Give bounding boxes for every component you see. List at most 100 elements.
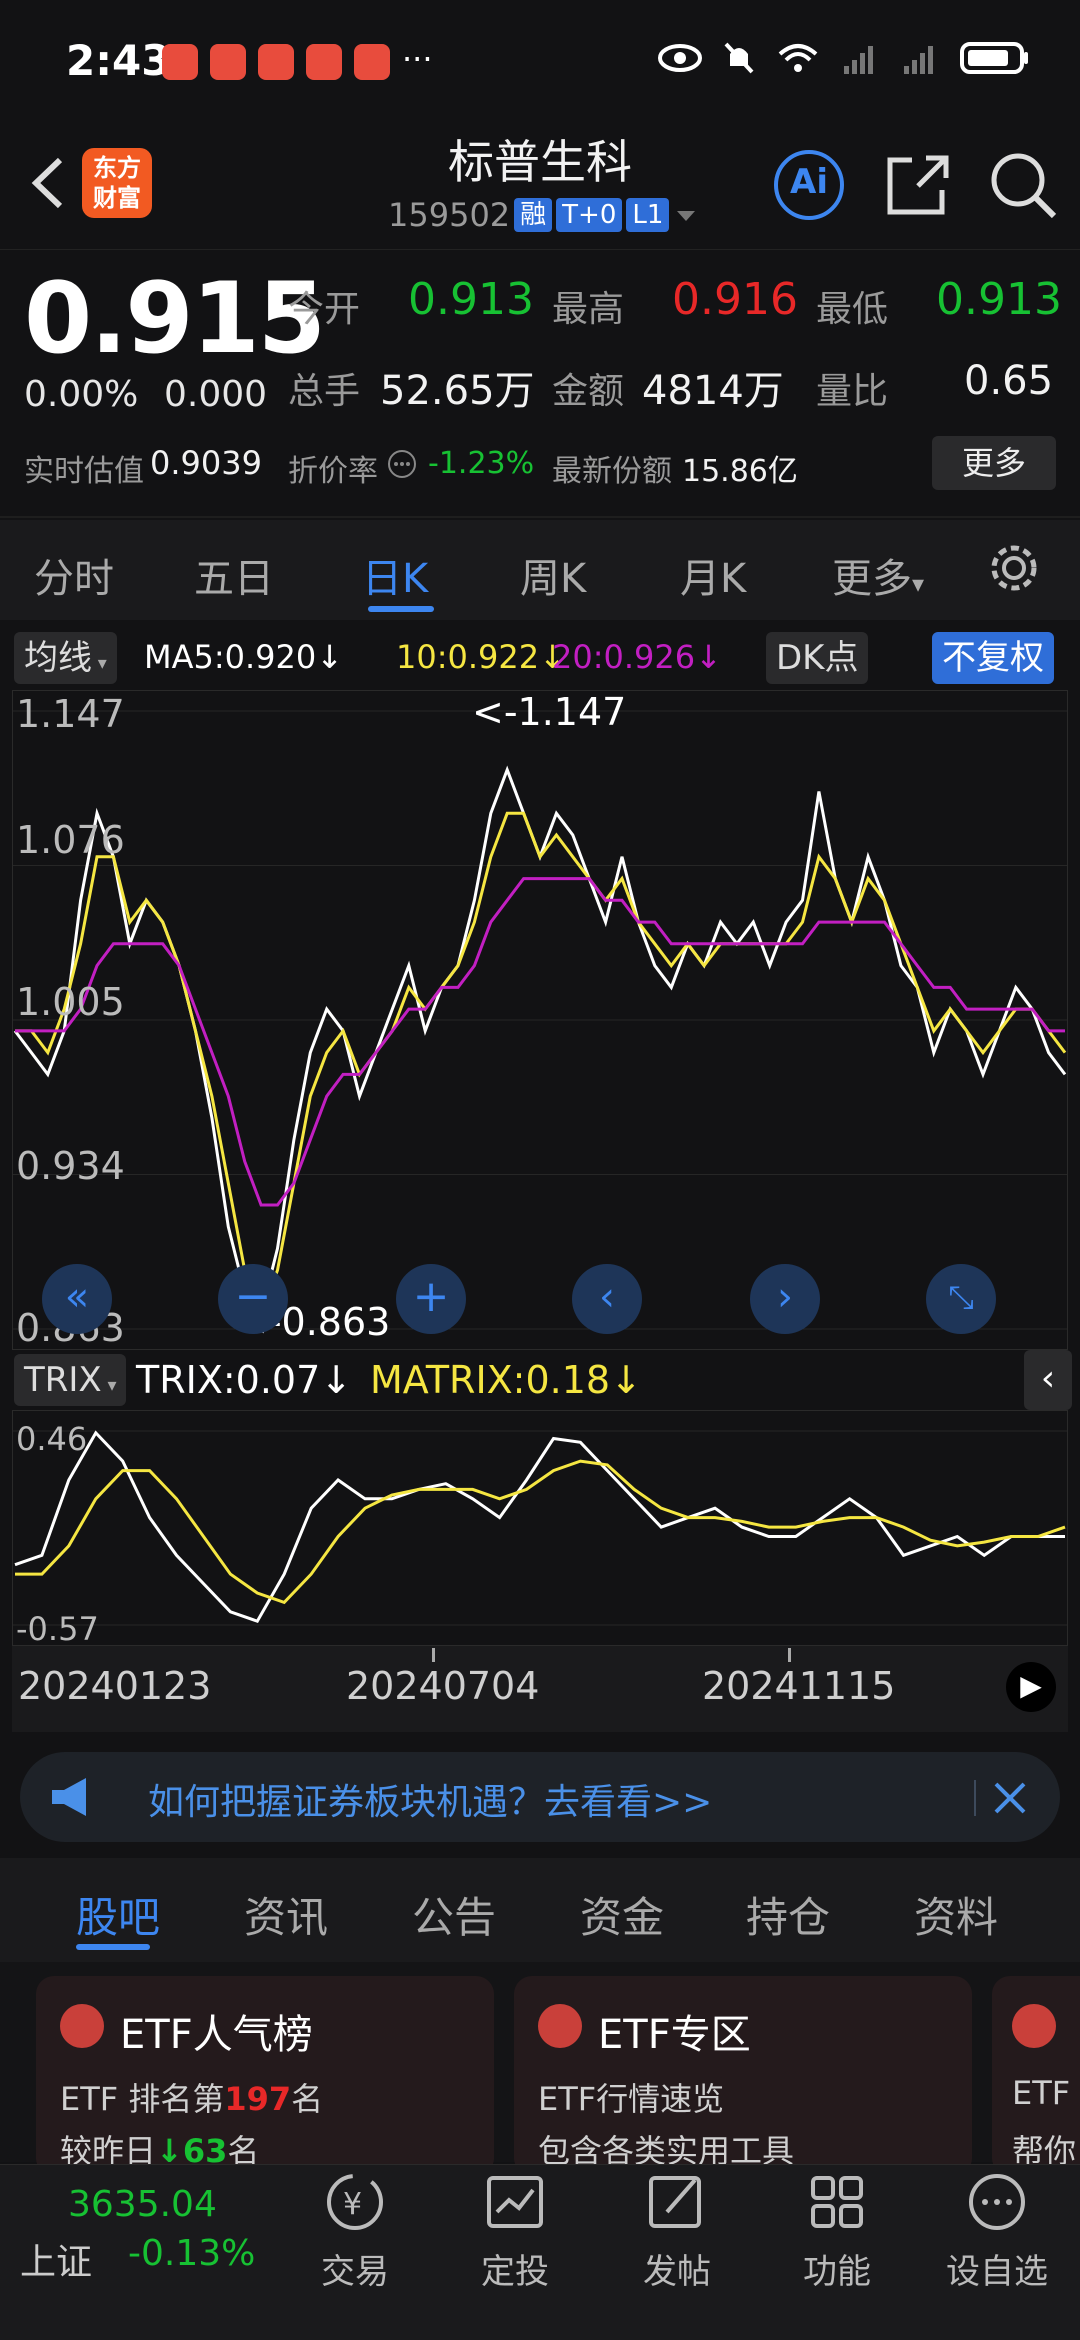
- content-tab-underline: [76, 1944, 150, 1950]
- low-value: 0.913: [936, 274, 1062, 325]
- nav-label: 功能: [803, 2252, 871, 2292]
- last-price: 0.915: [24, 262, 326, 376]
- nav-invest[interactable]: 定投: [450, 2170, 580, 2293]
- fullscreen-button[interactable]: ⤡: [926, 1264, 996, 1334]
- ai-label: Ai: [790, 162, 828, 202]
- nav-functions[interactable]: 功能: [772, 2170, 902, 2293]
- nav-post[interactable]: 发帖: [612, 2170, 742, 2293]
- more-button[interactable]: 更多: [932, 436, 1056, 490]
- ma-selector[interactable]: 均线 ▾: [14, 632, 117, 684]
- graduation-cap-icon: [1012, 2004, 1056, 2048]
- iopv-label: 实时估值: [24, 454, 144, 489]
- app-notification-icon: [306, 44, 342, 80]
- ai-button[interactable]: Ai: [772, 148, 846, 222]
- card-etf-ranking[interactable]: ETF人气榜 ETF 排名第197名 较昨日↓63名: [36, 1976, 494, 2176]
- status-time: 2:43: [66, 36, 171, 85]
- card-etf-zone[interactable]: ETF专区 ETF行情速览 包含各类实用工具: [514, 1976, 972, 2176]
- y-tick-1: 1.076: [16, 818, 125, 862]
- double-chevron-left-icon: «: [64, 1274, 90, 1320]
- trade-icon: ¥: [327, 2174, 383, 2230]
- tab-forum[interactable]: 股吧: [76, 1884, 160, 1945]
- tab-five-day[interactable]: 五日: [194, 546, 274, 604]
- ma20-value: 20:0.926↓: [552, 638, 722, 676]
- collapse-button[interactable]: ‹: [1024, 1350, 1072, 1410]
- trix-chart[interactable]: [12, 1410, 1068, 1646]
- index-ticker[interactable]: 3635.04 上证 -0.13%: [20, 2184, 290, 2285]
- tab-holdings[interactable]: 持仓: [746, 1884, 830, 1945]
- trix-value: TRIX:0.07↓: [136, 1358, 353, 1402]
- tab-more[interactable]: 更多▾: [832, 546, 924, 604]
- tab-more-label: 更多: [832, 556, 912, 602]
- k-chart-svg: [13, 710, 1067, 1330]
- tab-active-underline: [368, 606, 434, 612]
- index-value: 3635.04: [68, 2184, 217, 2225]
- zoom-in-button[interactable]: +: [396, 1264, 466, 1334]
- tab-monthly-k[interactable]: 月K: [680, 546, 746, 604]
- play-button[interactable]: ▶: [1006, 1662, 1056, 1712]
- search-icon[interactable]: [986, 148, 1060, 222]
- close-icon[interactable]: [992, 1780, 1028, 1816]
- trix-selector-label: TRIX: [24, 1360, 102, 1400]
- more-notifications: ···: [402, 40, 433, 78]
- k-chart-series-ma5: [13, 765, 1067, 1318]
- date-label-0: 20240123: [18, 1664, 212, 1708]
- battery-icon: [960, 42, 1028, 74]
- step-left-button[interactable]: ‹: [572, 1264, 642, 1334]
- nav-trade[interactable]: ¥ 交易: [290, 2170, 420, 2293]
- open-value: 0.913: [408, 274, 534, 325]
- share-icon[interactable]: [882, 148, 956, 222]
- adjust-button[interactable]: 不复权: [932, 632, 1054, 684]
- k-chart-series-10: [15, 811, 1067, 1319]
- plus-icon: +: [412, 1271, 450, 1322]
- tab-announcements[interactable]: 公告: [412, 1884, 496, 1945]
- nav-label: 设自选: [946, 2252, 1048, 2292]
- gear-icon[interactable]: [986, 540, 1042, 596]
- card-line: ETF行情速览: [538, 2080, 725, 2118]
- info-icon[interactable]: [386, 448, 418, 480]
- chevron-left-icon: ‹: [599, 1274, 615, 1320]
- k-chart-series-20: [15, 877, 1065, 1207]
- rank-number: 197: [224, 2080, 292, 2118]
- index-name: 上证: [20, 2242, 93, 2283]
- stock-code-line[interactable]: 159502 融 T+0 L1: [388, 196, 699, 234]
- nav-add-watchlist[interactable]: 设自选: [932, 2170, 1062, 2293]
- k-chart[interactable]: [12, 690, 1068, 1350]
- tab-weekly-k[interactable]: 周K: [520, 546, 586, 604]
- tab-funds[interactable]: 资金: [580, 1884, 664, 1945]
- trix-selector-caret: ▾: [101, 1375, 117, 1396]
- banner-divider: [974, 1780, 976, 1816]
- nav-label: 交易: [321, 2252, 389, 2292]
- trix-chart-series-matrix: [15, 1459, 1066, 1605]
- card-etf-partial[interactable]: ETF 帮你: [992, 1976, 1080, 2176]
- minus-icon: −: [234, 1271, 272, 1322]
- discount-label: 折价率: [288, 454, 378, 489]
- wifi-icon: [778, 44, 818, 72]
- dk-point-button[interactable]: DK点: [766, 632, 869, 684]
- auto-invest-icon: [487, 2176, 543, 2228]
- stock-code: 159502: [388, 196, 511, 234]
- y-tick-0: 1.147: [16, 692, 125, 736]
- iopv-value: 0.9039: [150, 444, 262, 482]
- mute-icon: [724, 42, 754, 74]
- system-icons: [658, 40, 1030, 76]
- banner-text[interactable]: 如何把握证券板块机遇？去看看>>: [148, 1773, 712, 1825]
- zoom-out-button[interactable]: −: [218, 1264, 288, 1334]
- huawei-notification-icon: [354, 44, 390, 80]
- open-label: 今开: [288, 289, 361, 330]
- low-label: 最低: [816, 289, 889, 330]
- tab-intraday[interactable]: 分时: [34, 546, 114, 604]
- svg-text:¥: ¥: [343, 2187, 362, 2222]
- tag-t0: T+0: [556, 198, 623, 232]
- card-title: ETF人气榜: [120, 2012, 313, 2058]
- rank-text: ETF 排名第: [60, 2080, 225, 2118]
- tab-profile[interactable]: 资料: [914, 1884, 998, 1945]
- tag-level: L1: [626, 198, 670, 232]
- tab-daily-k[interactable]: 日K: [362, 546, 428, 604]
- y-tick-2: 1.005: [16, 980, 125, 1024]
- dropdown-icon: [677, 211, 696, 221]
- scroll-start-button[interactable]: «: [42, 1264, 112, 1334]
- notification-icons: ···: [162, 40, 433, 80]
- trix-selector[interactable]: TRIX ▾: [14, 1354, 127, 1406]
- tab-news[interactable]: 资讯: [244, 1884, 328, 1945]
- step-right-button[interactable]: ›: [750, 1264, 820, 1334]
